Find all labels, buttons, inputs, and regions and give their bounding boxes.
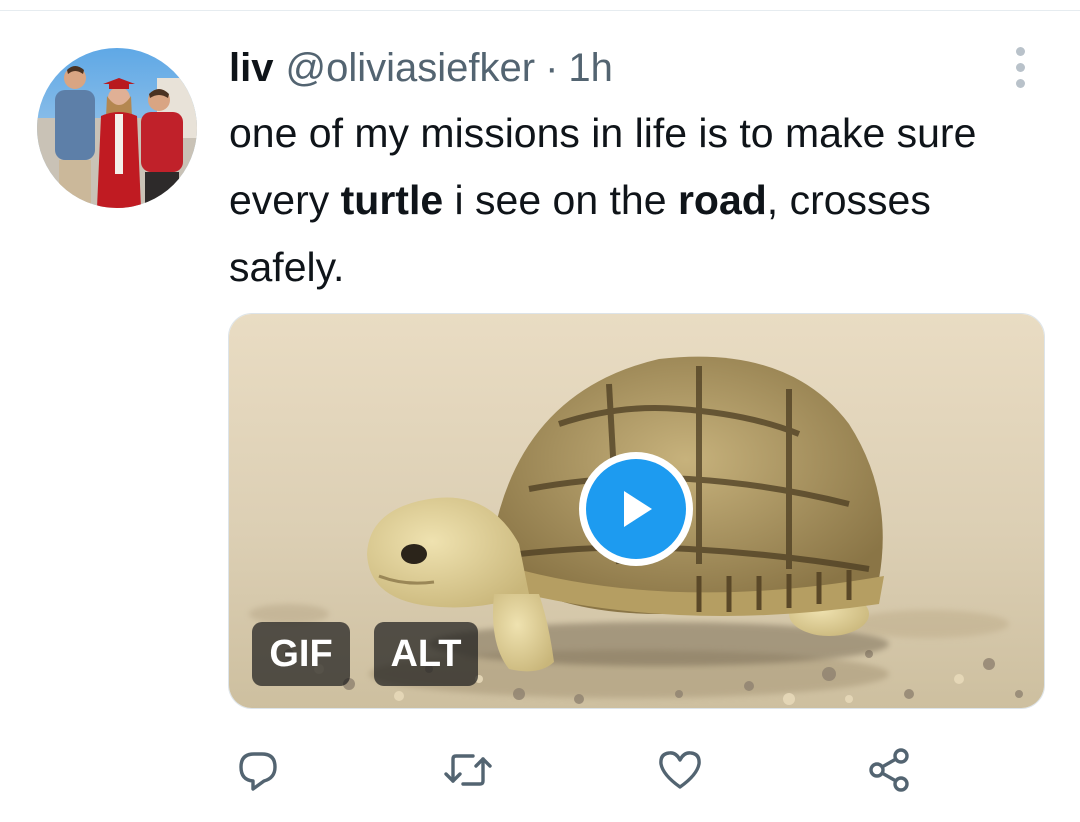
reply-button[interactable] (228, 740, 288, 800)
user-handle[interactable]: @oliviasiefker (285, 42, 535, 94)
tweet-text-bold-road: road (677, 177, 767, 223)
gif-media[interactable]: GIF ALT (228, 313, 1045, 709)
timestamp[interactable]: 1h (568, 42, 613, 94)
share-icon (869, 748, 909, 792)
retweet-button[interactable] (438, 740, 498, 800)
tweet[interactable]: liv @oliviasiefker · 1h one of my missio… (0, 0, 1080, 822)
tweet-text-bold-turtle: turtle (340, 177, 444, 223)
share-button[interactable] (860, 740, 920, 800)
tweet-header: liv @oliviasiefker · 1h (229, 42, 613, 94)
play-icon (624, 491, 652, 527)
reply-icon (239, 752, 277, 791)
retweet-icon (444, 754, 492, 786)
like-button[interactable] (650, 740, 710, 800)
separator-dot: · (545, 46, 559, 90)
like-icon (659, 751, 701, 789)
tweet-text: one of my missions in life is to make su… (229, 100, 1049, 301)
avatar[interactable] (37, 48, 197, 208)
alt-badge[interactable]: ALT (374, 622, 478, 686)
tweet-text-part: i see on the (443, 177, 678, 223)
gif-badge: GIF (252, 622, 350, 686)
display-name[interactable]: liv (229, 42, 273, 94)
play-button[interactable] (579, 452, 693, 566)
action-bar (0, 740, 1080, 800)
more-options-icon[interactable] (1000, 42, 1040, 92)
